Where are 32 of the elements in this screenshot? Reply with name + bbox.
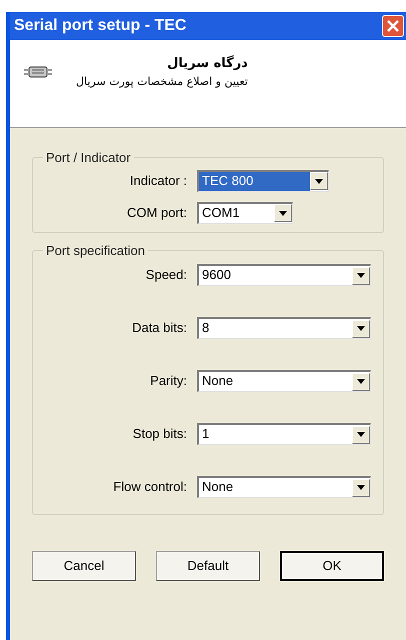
dropdown-value: TEC 800 — [199, 172, 310, 190]
field-label: COM port: — [126, 204, 187, 222]
dropdown-value: COM1 — [201, 204, 241, 222]
serial-port-icon — [24, 66, 52, 78]
dropdown[interactable]: TEC 800 — [197, 170, 329, 192]
window-title: Serial port setup - TEC — [14, 16, 186, 36]
group-title: Port / Indicator — [45, 149, 132, 167]
dropdown[interactable]: COM1 — [197, 202, 293, 224]
dropdown-value: None — [201, 372, 234, 390]
field-label: Indicator : — [128, 172, 187, 190]
dialog-button[interactable]: Default — [156, 551, 260, 581]
close-icon — [387, 20, 399, 32]
field-label: Speed: — [144, 266, 187, 284]
dropdown-value: 1 — [201, 425, 210, 443]
dropdown-value: 9600 — [201, 266, 232, 284]
dialog-button[interactable]: OK — [280, 551, 384, 581]
dropdown[interactable]: None — [197, 476, 371, 498]
dropdown[interactable]: 1 — [197, 423, 371, 445]
dropdown-value: None — [201, 478, 234, 496]
field-label: Parity: — [149, 372, 187, 390]
dropdown[interactable]: 8 — [197, 317, 371, 339]
dropdown[interactable]: None — [197, 370, 371, 392]
dropdown[interactable]: 9600 — [197, 264, 371, 286]
field-label: Data bits: — [131, 319, 187, 338]
field-label: Stop bits: — [132, 425, 187, 444]
header-title: درگاه سریال — [167, 54, 248, 73]
dropdown-value: 8 — [201, 319, 210, 337]
group-title: Port specification — [45, 242, 146, 260]
close-button[interactable] — [382, 15, 404, 37]
field-label: Flow control: — [112, 478, 187, 496]
header-subtitle: تعیین و اصلاع مشخصات پورت سریال — [76, 74, 248, 90]
dialog-button[interactable]: Cancel — [32, 551, 136, 581]
